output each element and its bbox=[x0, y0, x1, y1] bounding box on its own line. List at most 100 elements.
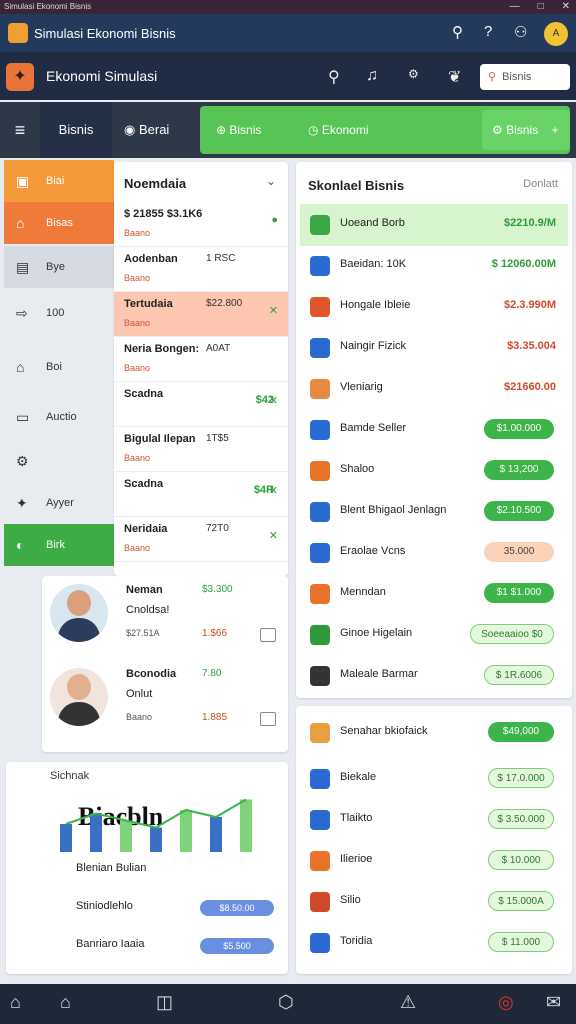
users-icon[interactable]: ⚇ bbox=[514, 23, 527, 41]
business-panel-link[interactable]: Donlatt bbox=[523, 178, 558, 190]
business-row[interactable]: Ginoe Higelain Soeeaaioo $0 bbox=[300, 614, 568, 656]
maximize-icon[interactable]: □ bbox=[538, 0, 544, 14]
business-row[interactable]: Eraolae Vcns 35.000 bbox=[300, 532, 568, 574]
bag-icon[interactable]: ⚙ bbox=[408, 67, 419, 81]
action-group: ⊕ Bisnis ◷ Ekonomi ⚙ Bisnis + bbox=[200, 106, 570, 154]
business-row[interactable]: Shaloo $ 13,200 bbox=[300, 450, 568, 492]
row-action-icon[interactable]: ● bbox=[271, 214, 278, 226]
checkbox[interactable] bbox=[260, 712, 276, 726]
tab-green-bisnis[interactable]: ⊕ Bisnis bbox=[216, 106, 261, 154]
avatar[interactable]: A bbox=[544, 22, 568, 46]
list-item-sub: Baano bbox=[124, 543, 151, 553]
business-row[interactable]: Blent Bhigaol Jenlagn $2.10.500 bbox=[300, 491, 568, 533]
sidebar-item[interactable]: ▤ Bye bbox=[4, 246, 114, 288]
avatar bbox=[50, 668, 108, 726]
summary-row[interactable]: Biekale $ 17.0.000 bbox=[300, 758, 568, 800]
mail-icon[interactable]: ✉ bbox=[546, 992, 561, 1013]
sidebar-item-label: Bisas bbox=[46, 217, 73, 229]
summary-label: Ilierioe bbox=[340, 853, 373, 865]
record-icon[interactable]: ◎ bbox=[498, 992, 514, 1013]
sidebar-item[interactable]: ✦ Ayyer bbox=[4, 482, 114, 524]
sidebar-item[interactable]: ⌂ Bisas bbox=[4, 202, 114, 244]
cube-icon[interactable]: ⬡ bbox=[278, 992, 294, 1013]
sidebar-item[interactable]: ▭ Auctio bbox=[4, 396, 114, 438]
gear-icon: ⚙ bbox=[16, 453, 29, 469]
add-button[interactable]: ⚙ Bisnis + bbox=[482, 110, 570, 150]
summary-value: $ 15.000A bbox=[488, 891, 554, 911]
business-value: Soeeaaioo $0 bbox=[470, 624, 554, 644]
sidebar-item-label: Auctio bbox=[46, 411, 77, 423]
summary-icon bbox=[310, 810, 330, 830]
bottom-nav: ⌂ ⌂ ◫ ⬡ ⚠ ◎ ✉ bbox=[0, 984, 576, 1024]
sidebar-item[interactable]: ⌂ Boi bbox=[4, 346, 114, 388]
alert-icon[interactable]: ⚠ bbox=[400, 992, 416, 1013]
summary-row[interactable]: Toridia $ 11.000 bbox=[300, 922, 568, 964]
legend-badge[interactable]: $5.500 bbox=[200, 938, 274, 954]
list-item[interactable]: Neria Bongen: A0AT Baano bbox=[114, 337, 288, 382]
summary-panel: Senahar bkiofaick $49,000 Biekale $ 17.0.… bbox=[296, 706, 572, 974]
business-row[interactable]: Baeidan: 10K $ 12060.00M bbox=[300, 245, 568, 287]
list-item-title: Tertudaia bbox=[124, 298, 173, 310]
sidebar-item-label: 100 bbox=[46, 307, 65, 319]
chart-bar bbox=[120, 820, 132, 852]
tab-bisnis[interactable]: Bisnis bbox=[40, 102, 112, 158]
search-icon[interactable]: ⚲ bbox=[452, 23, 463, 41]
summary-icon bbox=[310, 892, 330, 912]
help-icon[interactable]: ? bbox=[484, 23, 492, 40]
list-item[interactable]: Scadna $4R ✕ bbox=[114, 472, 288, 517]
chevron-down-icon[interactable]: ⌄ bbox=[266, 174, 276, 188]
list-item[interactable]: $ 21855 $3.1K6 Baano ● bbox=[114, 202, 288, 247]
search-icon[interactable]: ⚲ bbox=[328, 67, 340, 87]
tab-berai[interactable]: ◉ Berai bbox=[124, 102, 169, 158]
checkbox[interactable] bbox=[260, 628, 276, 642]
summary-badge[interactable]: $49,000 bbox=[488, 722, 554, 742]
business-row[interactable]: Uoeand Borb $2210.9/M bbox=[300, 204, 568, 246]
sidebar-item[interactable]: ⇨ 100 bbox=[4, 292, 114, 334]
star-icon: ✦ bbox=[16, 495, 28, 511]
system-title: Simulasi Ekonomi Bisnis bbox=[4, 2, 92, 11]
list-item[interactable]: Bigulal Ilepan 1T$5 Baano bbox=[114, 427, 288, 472]
sidebar-item[interactable]: ⚙ bbox=[4, 440, 114, 482]
business-row[interactable]: Menndan $1 $1.000 bbox=[300, 573, 568, 615]
business-row[interactable]: Vleniarig $21660.00 bbox=[300, 368, 568, 410]
summary-row[interactable]: Tlaikto $ 3.50.000 bbox=[300, 799, 568, 841]
search-input[interactable]: ⚲ Bisnis bbox=[480, 64, 570, 90]
summary-row[interactable]: Ilierioe $ 10.000 bbox=[300, 840, 568, 882]
person-row[interactable]: Neman Cnoldsa! $27.51A 1.$66 $3.300 bbox=[42, 576, 288, 656]
bell-icon[interactable]: ♫ bbox=[366, 67, 378, 85]
list-item[interactable]: Tertudaia $22.800 Baano ✕ bbox=[114, 292, 288, 337]
legend-badge[interactable]: $8.50.00 bbox=[200, 900, 274, 916]
person-name: Bconodia bbox=[126, 668, 177, 680]
menu-icon[interactable]: ≡ bbox=[0, 102, 40, 158]
business-icon bbox=[310, 461, 330, 481]
list-item[interactable]: Scadna $42 ✕ bbox=[114, 382, 288, 427]
search-icon: ⚲ bbox=[488, 71, 497, 83]
business-row[interactable]: Naingir Fizick $3.35.004 bbox=[300, 327, 568, 369]
business-row[interactable]: Maleale Barmar $ 1R.6006 bbox=[300, 655, 568, 697]
home-icon[interactable]: ⌂ bbox=[10, 992, 21, 1013]
chart-bar bbox=[90, 813, 102, 852]
business-row[interactable]: Hongale Ibleie $2.3.990M bbox=[300, 286, 568, 328]
list-item[interactable]: Aodenban 1 RSC Baano bbox=[114, 247, 288, 292]
row-action-icon[interactable]: ✕ bbox=[269, 484, 278, 497]
sidebar-item[interactable]: ▣ Biai bbox=[4, 160, 114, 202]
business-icon bbox=[310, 420, 330, 440]
summary-row[interactable]: Silio $ 15.000A bbox=[300, 881, 568, 923]
leaf-icon[interactable]: ❦ bbox=[448, 67, 461, 87]
row-action-icon[interactable]: ✕ bbox=[269, 394, 278, 407]
person-row[interactable]: Bconodia Onlut Baano 1.885 7.80 bbox=[42, 660, 288, 740]
tab-ekonomi[interactable]: ◷ Ekonomi bbox=[308, 106, 369, 154]
sidebar-item-label: Boi bbox=[46, 361, 62, 373]
minimize-icon[interactable]: — bbox=[510, 0, 520, 14]
business-row[interactable]: Bamde Seller $1.00.000 bbox=[300, 409, 568, 451]
list-item-sub: Baano bbox=[124, 363, 151, 373]
sidebar-item[interactable]: ◐ Birk bbox=[4, 524, 114, 566]
chart-bar bbox=[210, 817, 222, 852]
house-icon[interactable]: ⌂ bbox=[60, 992, 71, 1013]
row-action-icon[interactable]: ✕ bbox=[269, 529, 278, 542]
window-icon[interactable]: ◫ bbox=[156, 992, 173, 1013]
row-action-icon[interactable]: ✕ bbox=[269, 304, 278, 317]
summary-value: $ 10.000 bbox=[488, 850, 554, 870]
close-icon[interactable]: ✕ bbox=[562, 0, 570, 14]
list-item[interactable]: Neridaia 72T0 Baano ✕ bbox=[114, 517, 288, 562]
